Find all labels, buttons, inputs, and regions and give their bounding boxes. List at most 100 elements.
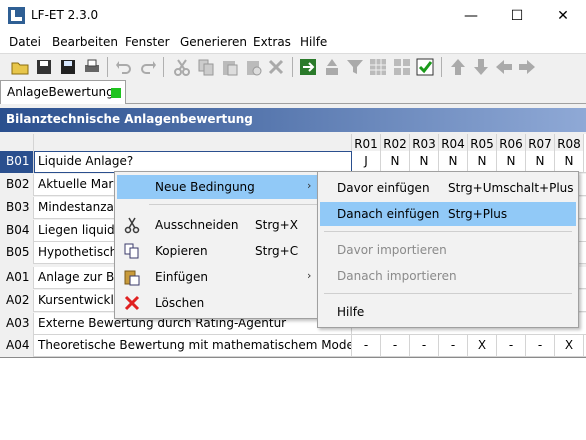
rule-cell[interactable]: N: [555, 151, 584, 173]
rule-cell[interactable]: N: [497, 151, 526, 173]
table-title-bar: Bilanztechnische Anlagenbewertung: [0, 108, 586, 132]
arrow-right-icon[interactable]: [517, 57, 537, 77]
save-as-icon[interactable]: [58, 57, 78, 77]
condition-id: B05: [0, 242, 34, 264]
rule-cell[interactable]: -: [497, 335, 526, 357]
save-icon[interactable]: [34, 57, 54, 77]
table-export-icon[interactable]: [298, 57, 318, 77]
submenu-item-danach-einfuegen[interactable]: Danach einfügen Strg+Plus: [320, 202, 576, 226]
context-menu: Neue Bedingung › Ausschneiden Strg+X Kop…: [114, 171, 324, 319]
action-id: A02: [0, 290, 34, 312]
menu-item-loeschen[interactable]: Löschen: [117, 291, 321, 315]
undo-icon[interactable]: [114, 57, 134, 77]
menu-separator: [324, 293, 572, 294]
rule-cell[interactable]: N: [439, 151, 468, 173]
maximize-button[interactable]: ☐: [494, 0, 540, 31]
rule-cell[interactable]: -: [439, 335, 468, 357]
redo-icon[interactable]: [138, 57, 158, 77]
menu-item-label: Ausschneiden: [155, 218, 239, 232]
condition-id: B04: [0, 220, 34, 242]
tab-anlagebewertung[interactable]: AnlageBewertung: [0, 80, 126, 104]
condition-id: B01: [0, 151, 34, 173]
rule-cell[interactable]: X: [555, 335, 584, 357]
menu-item-label: Danach einfügen: [337, 207, 440, 221]
app-logo-icon: [8, 7, 25, 24]
copy-icon[interactable]: [196, 57, 216, 77]
paste-icon[interactable]: [220, 57, 240, 77]
menu-item-einfuegen[interactable]: Einfügen ›: [117, 265, 321, 289]
cut-icon[interactable]: [172, 57, 192, 77]
menu-separator: [149, 204, 319, 205]
rule-cell[interactable]: X: [468, 335, 497, 357]
window-title: LF-ET 2.3.0: [31, 8, 99, 22]
paste-special-icon[interactable]: [244, 57, 264, 77]
close-button[interactable]: ✕: [540, 0, 586, 31]
rule-cell[interactable]: -: [526, 335, 555, 357]
rule-cell[interactable]: N: [381, 151, 410, 173]
rule-cell[interactable]: -: [352, 335, 381, 357]
menu-item-ausschneiden[interactable]: Ausschneiden Strg+X: [117, 213, 321, 237]
toolbar-separator: [441, 57, 442, 77]
submenu-item-davor-importieren[interactable]: Davor importieren: [320, 238, 576, 262]
condition-id: B02: [0, 174, 34, 196]
action-text[interactable]: Theoretische Bewertung mit mathematische…: [34, 335, 352, 357]
condition-row[interactable]: B01 Liquide Anlage? J N N N N N N N: [0, 151, 586, 173]
rule-cell[interactable]: J: [352, 151, 381, 173]
action-id: A04: [0, 335, 34, 357]
title-bar: LF-ET 2.3.0 — ☐ ✕: [0, 0, 586, 31]
delete-icon[interactable]: [266, 57, 286, 77]
paste-icon: [124, 270, 140, 286]
menu-item-label: Davor einfügen: [337, 181, 430, 195]
menu-item-shortcut: Strg+Umschalt+Plus: [448, 181, 574, 195]
open-folder-icon[interactable]: [10, 57, 30, 77]
action-row[interactable]: A04 Theoretische Bewertung mit mathemati…: [0, 335, 586, 357]
menu-item-label: Löschen: [155, 296, 205, 310]
rule-cell[interactable]: N: [526, 151, 555, 173]
menu-bearbeiten[interactable]: Bearbeiten: [52, 35, 118, 49]
condition-text[interactable]: Liquide Anlage?: [34, 151, 352, 173]
menu-extras[interactable]: Extras: [253, 35, 291, 49]
filter-icon[interactable]: [345, 57, 365, 77]
arrow-left-icon[interactable]: [494, 57, 514, 77]
print-icon[interactable]: [82, 57, 102, 77]
grid-icon[interactable]: [368, 57, 388, 77]
menu-item-label: Danach importieren: [337, 269, 457, 283]
table-title: Bilanztechnische Anlagenbewertung: [6, 112, 253, 126]
menu-item-label: Neue Bedingung: [155, 180, 255, 194]
action-id: A03: [0, 313, 34, 335]
toolbar-separator: [163, 57, 164, 77]
menu-item-label: Einfügen: [155, 270, 208, 284]
action-id: A01: [0, 267, 34, 289]
submenu-item-hilfe[interactable]: Hilfe: [320, 300, 576, 324]
menu-item-label: Kopieren: [155, 244, 208, 258]
condition-id: B03: [0, 197, 34, 219]
submenu-arrow-icon: ›: [307, 269, 312, 282]
menu-item-label: Hilfe: [337, 305, 365, 319]
submenu-item-danach-importieren[interactable]: Danach importieren: [320, 264, 576, 288]
menu-separator: [324, 231, 572, 232]
submenu-item-davor-einfuegen[interactable]: Davor einfügen Strg+Umschalt+Plus: [320, 176, 576, 200]
menu-hilfe[interactable]: Hilfe: [300, 35, 327, 49]
arrow-up-icon[interactable]: [448, 57, 468, 77]
toolbar-separator: [107, 57, 108, 77]
tab-bar: AnlageBewertung: [0, 80, 586, 104]
grid-alt-icon[interactable]: [392, 57, 412, 77]
rule-cell[interactable]: N: [410, 151, 439, 173]
menu-item-kopieren[interactable]: Kopieren Strg+C: [117, 239, 321, 263]
check-icon[interactable]: [415, 57, 435, 77]
insert-icon[interactable]: [322, 57, 342, 77]
arrow-down-icon[interactable]: [471, 57, 491, 77]
menu-item-neue-bedingung[interactable]: Neue Bedingung ›: [117, 175, 321, 199]
tab-status-indicator: [111, 88, 121, 98]
menu-item-label: Davor importieren: [337, 243, 447, 257]
menu-item-shortcut: Strg+Plus: [448, 207, 508, 221]
menu-datei[interactable]: Datei: [9, 35, 41, 49]
menu-fenster[interactable]: Fenster: [125, 35, 170, 49]
rule-cell[interactable]: -: [410, 335, 439, 357]
rule-cell[interactable]: N: [468, 151, 497, 173]
minimize-button[interactable]: —: [448, 0, 494, 31]
menu-generieren[interactable]: Generieren: [180, 35, 247, 49]
rule-cell[interactable]: -: [381, 335, 410, 357]
scissors-icon: [124, 217, 140, 234]
menu-bar: Datei Bearbeiten Fenster Generieren Extr…: [0, 31, 586, 53]
